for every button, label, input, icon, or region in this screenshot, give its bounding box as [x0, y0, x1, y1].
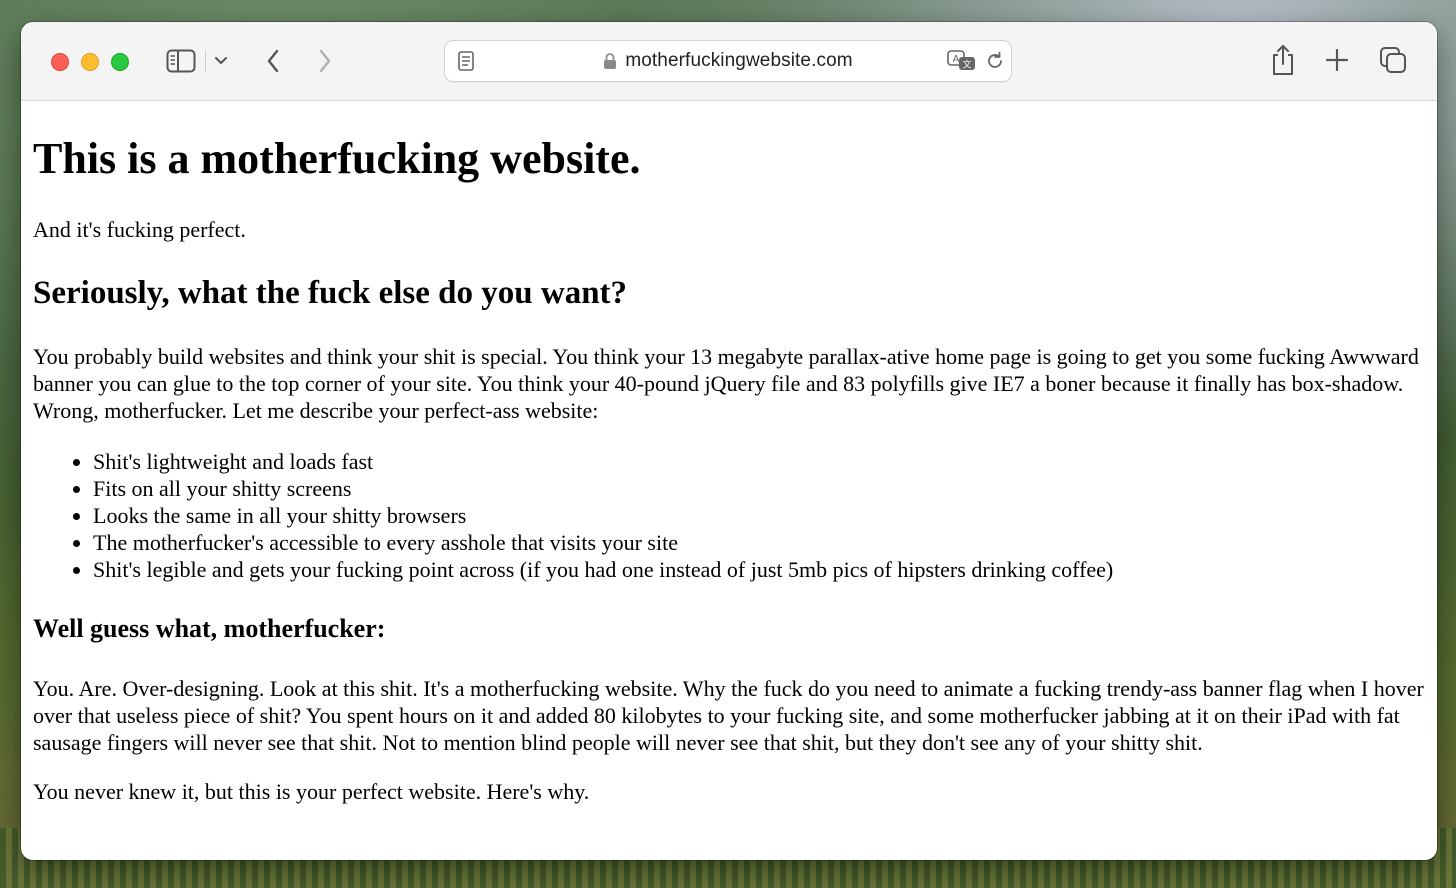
list-item: Fits on all your shitty screens — [93, 475, 1425, 502]
zoom-window-button[interactable] — [111, 53, 129, 71]
chevron-left-icon[interactable] — [261, 46, 285, 76]
chevron-down-icon[interactable] — [213, 53, 229, 69]
svg-text:文: 文 — [962, 59, 971, 71]
translate-icon[interactable]: A文 — [947, 50, 977, 72]
section-heading: Seriously, what the fuck else do you wan… — [33, 275, 628, 311]
share-icon[interactable] — [1270, 44, 1296, 76]
list-item: Shit's legible and gets your fucking poi… — [93, 556, 1425, 583]
subsection-heading: Well guess what, motherfucker: — [33, 614, 386, 643]
svg-text:A: A — [953, 54, 960, 65]
plus-icon[interactable] — [1325, 48, 1349, 72]
minimize-window-button[interactable] — [81, 53, 99, 71]
close-window-button[interactable] — [51, 53, 69, 71]
reload-icon[interactable] — [985, 51, 1005, 71]
list-item: Looks the same in all your shitty browse… — [93, 502, 1425, 529]
chevron-right-icon[interactable] — [313, 46, 337, 76]
address-bar-center: motherfuckingwebsite.com — [445, 41, 1011, 81]
address-bar[interactable]: motherfuckingwebsite.com A文 — [444, 40, 1012, 82]
page-title: This is a motherfucking website. — [33, 134, 641, 183]
url-text[interactable]: motherfuckingwebsite.com — [625, 50, 852, 72]
paragraph-2: You. Are. Over-designing. Look at this s… — [33, 676, 1424, 755]
paragraph-1: You probably build websites and think yo… — [33, 344, 1419, 423]
toolbar-divider — [205, 50, 206, 72]
intro-text: And it's fucking perfect. — [33, 217, 246, 242]
feature-list: Shit's lightweight and loads fast Fits o… — [33, 448, 1425, 583]
sidebar-icon[interactable] — [166, 48, 196, 74]
browser-toolbar: motherfuckingwebsite.com A文 — [21, 22, 1437, 101]
tabs-icon[interactable] — [1379, 46, 1407, 74]
list-item: The motherfucker's accessible to every a… — [93, 529, 1425, 556]
paragraph-3: You never knew it, but this is your perf… — [33, 779, 590, 804]
list-item: Shit's lightweight and loads fast — [93, 448, 1425, 475]
page-content: This is a motherfucking website. And it'… — [21, 101, 1437, 860]
lock-icon — [603, 52, 617, 70]
browser-window: motherfuckingwebsite.com A文 This is a mo… — [21, 22, 1437, 860]
